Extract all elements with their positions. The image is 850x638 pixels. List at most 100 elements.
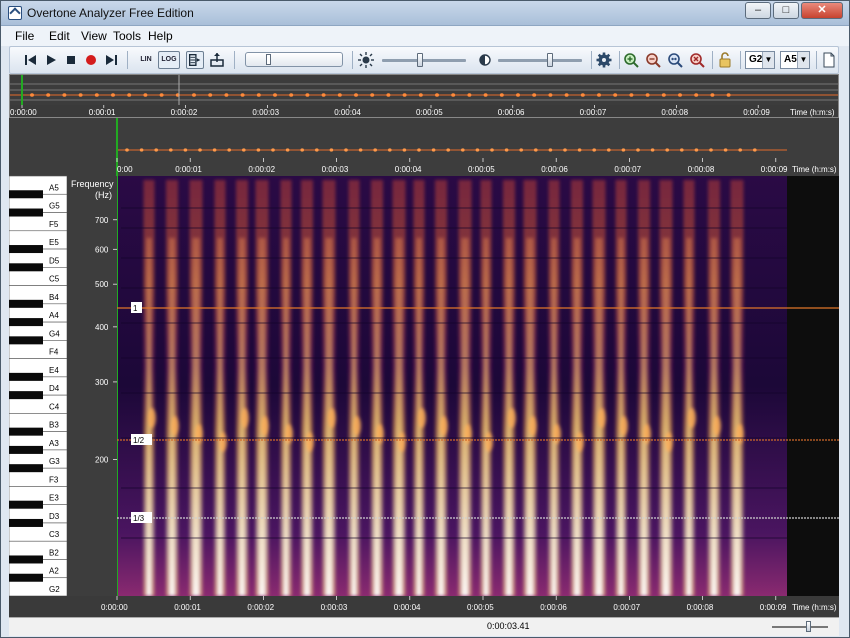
- scale-log-button[interactable]: LOG: [158, 51, 180, 69]
- mid-tick-label: 0:00:07: [614, 165, 641, 174]
- menu-file[interactable]: File: [15, 29, 34, 43]
- waveform-burst: [143, 93, 148, 97]
- status-zoom-slider[interactable]: [772, 626, 828, 628]
- bottom-tick-label: 0:00:06: [540, 603, 567, 612]
- overview-tick-label: 0:00:04: [334, 108, 361, 117]
- piano-note-label: B3: [49, 421, 59, 430]
- frequency-tick-label: 400: [95, 323, 109, 332]
- minimize-button[interactable]: –: [745, 2, 771, 19]
- zoom-out-icon[interactable]: [644, 51, 662, 69]
- bottom-tick-label: 0:00:09: [760, 603, 787, 612]
- spectrogram-harmonic-blob: [620, 416, 628, 436]
- frequency-tick-label: 300: [95, 378, 109, 387]
- spectrogram-pulse-core: [551, 238, 557, 596]
- menu-tools[interactable]: Tools: [113, 29, 141, 43]
- gain-slider[interactable]: [245, 52, 343, 67]
- mid-tick-label: 0:00:05: [468, 165, 495, 174]
- waveform-burst: [661, 93, 666, 97]
- status-zoom-thumb[interactable]: [805, 621, 811, 632]
- overview-panel[interactable]: 0:00:01 0:00:02 0:00:03 0:00:04 0:00:05 0:00:…: [9, 74, 839, 118]
- zoom-in-icon[interactable]: [622, 51, 640, 69]
- piano-black-key: [9, 245, 43, 254]
- skip-back-icon[interactable]: [22, 51, 40, 69]
- spectrogram-harmonic-blob: [688, 408, 696, 428]
- mid-tick-label: 0:00:06: [541, 165, 568, 174]
- spectrogram-harmonic-blob: [219, 432, 227, 452]
- waveform-burst: [577, 148, 582, 152]
- harmonic-marker-label: 1/2: [133, 436, 145, 445]
- piano-black-key: [9, 372, 43, 381]
- settings-gear-icon[interactable]: [595, 51, 613, 69]
- skip-forward-icon[interactable]: [102, 51, 120, 69]
- close-button[interactable]: ✕: [801, 2, 843, 19]
- range-low-select[interactable]: G2 ▼: [745, 51, 775, 69]
- harmonic-marker-label: 1/3: [133, 514, 145, 523]
- bottom-tick-label: 0:00:07: [613, 603, 640, 612]
- waveform-burst: [242, 148, 246, 152]
- overview-tick-first: 0:00:00: [10, 108, 37, 117]
- waveform-burst: [645, 93, 650, 97]
- waveform-burst: [710, 93, 715, 97]
- overview-waveform[interactable]: 0:00:01 0:00:02 0:00:03 0:00:04 0:00:05 0:00:…: [10, 75, 838, 117]
- mid-tick-label: 0:00:03: [322, 165, 349, 174]
- spectrogram-panel[interactable]: 0:00:01 0:00:02 0:00:03 0:00:04 0:00:05 0:00:…: [9, 118, 839, 618]
- waveform-burst: [431, 148, 436, 152]
- piano-note-label: A5: [49, 183, 59, 192]
- bottom-tick-label: 0:00:01: [174, 603, 201, 612]
- bottom-tick-label: 0:00:00: [101, 603, 128, 612]
- spectrogram-harmonic-blob: [376, 424, 384, 444]
- waveform-burst: [709, 148, 713, 152]
- piano-note-label: G3: [49, 457, 60, 466]
- maximize-button[interactable]: □: [773, 2, 799, 19]
- waveform-burst: [402, 93, 407, 97]
- waveform-burst: [726, 93, 731, 97]
- waveform-burst: [192, 93, 196, 97]
- range-high-select[interactable]: A5 ▼: [780, 51, 810, 69]
- chevron-down-icon: ▼: [762, 52, 774, 68]
- spectrogram-view[interactable]: 0:00:01 0:00:02 0:00:03 0:00:04 0:00:05 0:00:…: [9, 118, 839, 618]
- spectrogram-pulse-core: [461, 238, 469, 596]
- waveform-burst: [370, 93, 375, 97]
- waveform-burst: [46, 93, 51, 97]
- waveform-burst: [256, 148, 261, 152]
- play-icon[interactable]: [42, 51, 60, 69]
- spectrogram-pulse-core: [574, 238, 580, 596]
- piano-keyboard: A5 G5 F5 E5 D5 C5 B4 A4 G4 F4 E4 D4 C4 B3 A3 G3 F3 E3 D3 C3…: [9, 175, 68, 597]
- menu-view[interactable]: View: [81, 29, 107, 43]
- menu-help[interactable]: Help: [148, 29, 173, 43]
- waveform-burst: [62, 93, 67, 97]
- stop-icon[interactable]: [62, 51, 80, 69]
- spectrum-view-icon[interactable]: [186, 51, 204, 69]
- spectrogram-pulse-core: [662, 238, 670, 596]
- waveform-burst: [212, 148, 217, 152]
- title-bar[interactable]: Overtone Analyzer Free Edition – □ ✕: [1, 1, 849, 26]
- piano-note-label: E3: [49, 494, 59, 503]
- zoom-reset-icon[interactable]: [688, 51, 706, 69]
- export-icon[interactable]: [208, 51, 226, 69]
- piano-note-label: F5: [49, 220, 59, 229]
- new-document-icon[interactable]: [820, 51, 838, 69]
- piano-note-label: C3: [49, 530, 60, 539]
- spectrogram-pulse-core: [217, 238, 223, 596]
- spectrogram-harmonic-blob: [306, 432, 314, 452]
- spectrogram-pulse-core: [733, 238, 741, 596]
- bottom-tick-label: 0:00:03: [321, 603, 348, 612]
- waveform-burst: [678, 93, 682, 97]
- waveform-burst: [738, 148, 742, 152]
- range-low-value: G2: [749, 54, 763, 65]
- waveform-burst: [198, 148, 202, 152]
- spectrogram-harmonic-blob: [713, 416, 721, 436]
- lock-icon[interactable]: [716, 51, 734, 69]
- spectrogram-harmonic-blob: [171, 416, 179, 436]
- status-bar: 0:00:03.41: [9, 617, 839, 636]
- menu-edit[interactable]: Edit: [49, 29, 70, 43]
- scale-lin-button[interactable]: LIN: [135, 51, 157, 69]
- record-icon[interactable]: [82, 51, 100, 69]
- waveform-burst: [417, 148, 421, 152]
- zoom-fit-icon[interactable]: [666, 51, 684, 69]
- piano-black-key: [9, 518, 43, 527]
- waveform-burst: [519, 148, 523, 152]
- waveform-burst: [127, 93, 132, 97]
- app-logo-icon: [8, 6, 22, 20]
- piano-black-key: [9, 464, 43, 473]
